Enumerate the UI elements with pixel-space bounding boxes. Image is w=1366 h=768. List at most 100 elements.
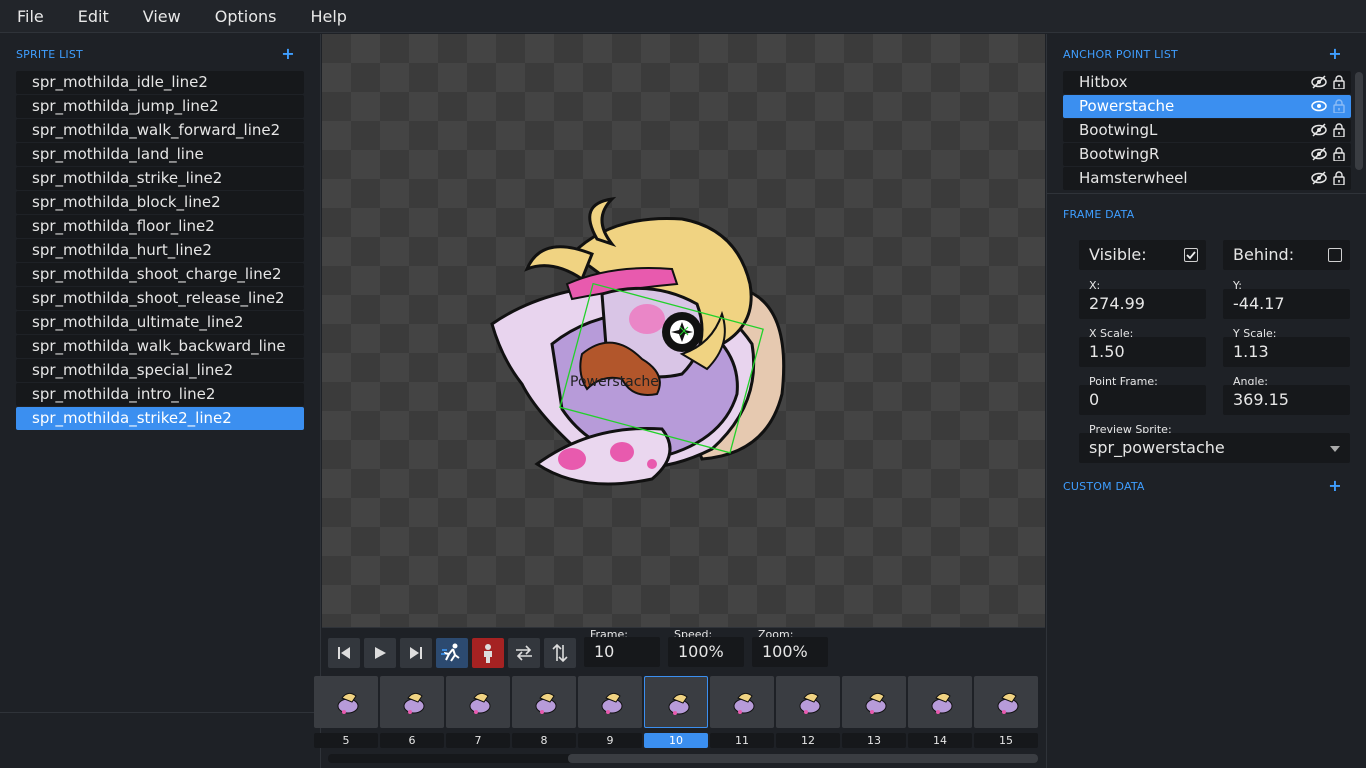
anchor-item-icons xyxy=(1311,123,1345,137)
sprite-list-item[interactable]: spr_mothilda_land_line xyxy=(16,143,304,166)
x-scale-input[interactable]: 1.50 xyxy=(1079,337,1206,367)
anchor-list-title: ANCHOR POINT LIST xyxy=(1063,48,1178,61)
lock-icon[interactable] xyxy=(1333,75,1345,89)
sprite-list-item[interactable]: spr_mothilda_shoot_charge_line2 xyxy=(16,263,304,286)
frame-number[interactable]: 8 xyxy=(512,733,576,748)
frame-number[interactable]: 11 xyxy=(710,733,774,748)
lock-icon[interactable] xyxy=(1333,147,1345,161)
eye-hidden-icon[interactable] xyxy=(1311,75,1327,89)
frame-number[interactable]: 12 xyxy=(776,733,840,748)
frame-thumbnail[interactable] xyxy=(380,676,444,728)
y-scale-input[interactable]: 1.13 xyxy=(1223,337,1350,367)
play-button[interactable] xyxy=(364,638,396,668)
lock-icon[interactable] xyxy=(1333,123,1345,137)
frame-thumbnail[interactable] xyxy=(314,676,378,728)
eye-visible-icon[interactable] xyxy=(1311,99,1327,113)
add-anchor-icon[interactable]: + xyxy=(1328,46,1342,62)
behind-checkbox[interactable] xyxy=(1328,248,1342,262)
frame-number[interactable]: 13 xyxy=(842,733,906,748)
sprite-list-item[interactable]: spr_mothilda_walk_forward_line2 xyxy=(16,119,304,142)
show-reference-button[interactable] xyxy=(472,638,504,668)
y-input[interactable]: -44.17 xyxy=(1223,289,1350,319)
frame-number[interactable]: 7 xyxy=(446,733,510,748)
menu-edit[interactable]: Edit xyxy=(61,0,126,33)
point-frame-input[interactable]: 0 xyxy=(1079,385,1206,415)
menu-file[interactable]: File xyxy=(0,0,61,33)
person-icon xyxy=(484,644,492,663)
frame-thumbnail[interactable] xyxy=(908,676,972,728)
sprite-list-item[interactable]: spr_mothilda_hurt_line2 xyxy=(16,239,304,262)
eye-hidden-icon[interactable] xyxy=(1311,147,1327,161)
sprite-list-item[interactable]: spr_mothilda_walk_backward_line xyxy=(16,335,304,358)
behind-label: Behind: xyxy=(1233,245,1295,264)
angle-input[interactable]: 369.15 xyxy=(1223,385,1350,415)
flip-horizontal-button[interactable] xyxy=(508,638,540,668)
frame-thumbnail-sprite xyxy=(601,692,623,714)
anchor-list-item[interactable]: Hamsterwheel xyxy=(1063,167,1351,190)
frame-thumbnail-sprite xyxy=(865,692,887,714)
anchor-item-label: BootwingR xyxy=(1079,145,1160,163)
menubar: File Edit View Options Help xyxy=(0,0,1366,33)
sprite-list-item[interactable]: spr_mothilda_jump_line2 xyxy=(16,95,304,118)
anchor-item-icons xyxy=(1311,99,1345,113)
sprite-list-item[interactable]: spr_mothilda_ultimate_line2 xyxy=(16,311,304,334)
lock-icon[interactable] xyxy=(1333,99,1345,113)
frame-thumbnail[interactable] xyxy=(578,676,642,728)
frame-thumbnail-sprite xyxy=(403,692,425,714)
sprite-list-item[interactable]: spr_mothilda_intro_line2 xyxy=(16,383,304,406)
frame-thumbnail[interactable] xyxy=(446,676,510,728)
frame-number[interactable]: 5 xyxy=(314,733,378,748)
sprite-list-item[interactable]: spr_mothilda_idle_line2 xyxy=(16,71,304,94)
lock-icon[interactable] xyxy=(1333,171,1345,185)
anchor-list-item[interactable]: BootwingL xyxy=(1063,119,1351,142)
prev-frame-button[interactable] xyxy=(328,638,360,668)
sprite-list-item[interactable]: spr_mothilda_floor_line2 xyxy=(16,215,304,238)
menu-options[interactable]: Options xyxy=(198,0,294,33)
next-frame-button[interactable] xyxy=(400,638,432,668)
sprite-canvas[interactable]: Powerstache xyxy=(322,34,1045,627)
frame-thumbnail-sprite xyxy=(931,692,953,714)
frame-data-title: FRAME DATA xyxy=(1063,208,1135,221)
sprite-list-item[interactable]: spr_mothilda_shoot_release_line2 xyxy=(16,287,304,310)
frame-thumbnail-sprite xyxy=(337,692,359,714)
sprite-list-item[interactable]: spr_mothilda_strike2_line2 xyxy=(16,407,304,430)
anchor-list-scrollbar[interactable] xyxy=(1355,72,1363,170)
frame-number[interactable]: 15 xyxy=(974,733,1038,748)
frame-thumbnail[interactable] xyxy=(710,676,774,728)
add-sprite-icon[interactable]: + xyxy=(281,46,295,62)
anchor-list-item[interactable]: BootwingR xyxy=(1063,143,1351,166)
eye-hidden-icon[interactable] xyxy=(1311,123,1327,137)
eye-hidden-icon[interactable] xyxy=(1311,171,1327,185)
flip-vertical-button[interactable] xyxy=(544,638,576,668)
frame-thumbnail[interactable] xyxy=(512,676,576,728)
menu-help[interactable]: Help xyxy=(293,0,363,33)
sprite-list-item[interactable]: spr_mothilda_block_line2 xyxy=(16,191,304,214)
anchor-list-item[interactable]: Powerstache xyxy=(1063,95,1351,118)
menu-view[interactable]: View xyxy=(126,0,198,33)
frame-thumbnail[interactable] xyxy=(776,676,840,728)
frame-strip: 5 6 7 8 9 10 11 12 13 14 15 xyxy=(314,676,1045,748)
frame-number[interactable]: 9 xyxy=(578,733,642,748)
frame-number[interactable]: 6 xyxy=(380,733,444,748)
sprite-list-item[interactable]: spr_mothilda_strike_line2 xyxy=(16,167,304,190)
speed-input[interactable]: 100% xyxy=(668,637,744,667)
onion-skin-button[interactable] xyxy=(436,638,468,668)
timeline-scrollbar-thumb[interactable] xyxy=(568,754,1038,763)
zoom-input[interactable]: 100% xyxy=(752,637,828,667)
visible-checkbox[interactable] xyxy=(1184,248,1198,262)
add-custom-data-icon[interactable]: + xyxy=(1328,478,1342,494)
x-input[interactable]: 274.99 xyxy=(1079,289,1206,319)
frame-thumbnail[interactable] xyxy=(842,676,906,728)
frame-number[interactable]: 14 xyxy=(908,733,972,748)
frame-number[interactable]: 10 xyxy=(644,733,708,748)
frame-input[interactable]: 10 xyxy=(584,637,660,667)
sprite-list-item[interactable]: spr_mothilda_special_line2 xyxy=(16,359,304,382)
anchor-item-icons xyxy=(1311,75,1345,89)
preview-sprite-select[interactable]: spr_powerstache xyxy=(1079,433,1350,463)
frame-thumbnail[interactable] xyxy=(644,676,708,728)
timeline-scrollbar[interactable] xyxy=(328,754,1038,763)
step-forward-icon xyxy=(410,647,422,659)
frame-thumbnail[interactable] xyxy=(974,676,1038,728)
anchor-item-icons xyxy=(1311,147,1345,161)
anchor-list-item[interactable]: Hitbox xyxy=(1063,71,1351,94)
